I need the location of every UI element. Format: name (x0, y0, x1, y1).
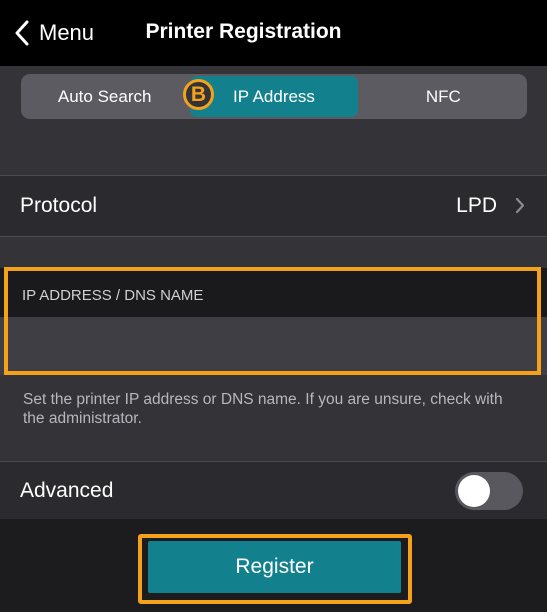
ip-address-section-header: IP ADDRESS / DNS NAME (0, 268, 547, 317)
protocol-value: LPD (456, 194, 497, 217)
chevron-right-icon (515, 197, 525, 219)
register-button[interactable]: Register (148, 541, 401, 593)
ip-address-help-text: Set the printer IP address or DNS name. … (23, 391, 503, 427)
callout-badge-b: B (183, 79, 214, 110)
protocol-row[interactable]: Protocol LPD (0, 175, 547, 237)
advanced-row: Advanced (0, 461, 547, 520)
nav-bar: Menu Printer Registration (0, 0, 547, 66)
tab-ip-address[interactable]: IP Address (190, 76, 358, 117)
toggle-knob (458, 475, 490, 507)
ip-address-header-label: IP ADDRESS / DNS NAME (22, 287, 204, 304)
page-title: Printer Registration (145, 20, 342, 43)
protocol-label: Protocol (20, 194, 98, 217)
advanced-toggle[interactable] (455, 472, 523, 510)
ip-address-input[interactable] (0, 317, 547, 375)
tab-nfc[interactable]: NFC (360, 74, 527, 119)
tab-auto-search[interactable]: Auto Search (21, 74, 188, 119)
search-mode-segmented-control: Auto Search IP Address NFC (21, 74, 527, 119)
advanced-label: Advanced (20, 479, 114, 502)
